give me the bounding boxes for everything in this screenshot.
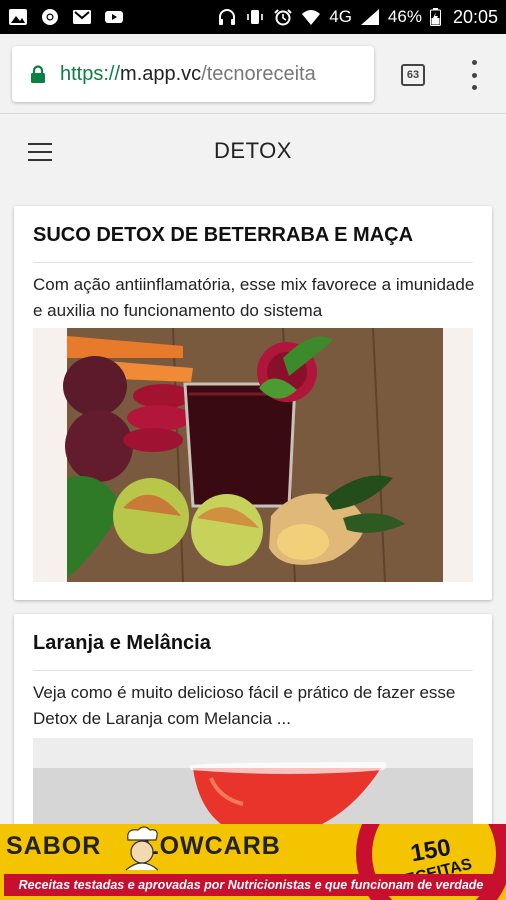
system-icons: 4G 46% 20:05 (217, 7, 498, 28)
alarm-icon (274, 9, 292, 26)
gallery-icon (9, 9, 27, 25)
headphones-icon (219, 9, 236, 25)
wifi-icon (302, 10, 321, 25)
battery-percent: 46% (387, 7, 422, 26)
page-title: DETOX (214, 138, 292, 163)
post-description: Com ação antiinflamatória, esse mix favo… (33, 275, 475, 320)
app-header: DETOX (0, 114, 506, 190)
address-bar[interactable]: https://m.app.vc/tecnoreceita (12, 46, 374, 102)
tab-switcher-button[interactable]: 63 (401, 64, 425, 86)
status-bar: 4G 46% 20:05 (0, 0, 506, 34)
lock-icon (31, 65, 45, 83)
youtube-icon (105, 11, 123, 23)
cell-signal-icon (360, 9, 379, 25)
browser-toolbar: https://m.app.vc/tecnoreceita 63 (0, 34, 506, 114)
url-host: m.app.vc (120, 62, 202, 85)
post-description: Veja como é muito delicioso fácil e prát… (33, 683, 456, 728)
chrome-icon (42, 9, 58, 25)
battery-icon (429, 8, 441, 26)
gmail-icon (73, 10, 91, 24)
network-type: 4G (329, 7, 352, 26)
url-scheme: https:// (60, 62, 121, 85)
chef-logo-icon (125, 826, 159, 871)
post-card[interactable]: Laranja e Melância Veja como é muito del… (14, 614, 492, 844)
post-title[interactable]: SUCO DETOX DE BETERRABA E MAÇA (33, 224, 413, 247)
url-path: /tecnoreceita (201, 62, 316, 85)
divider (33, 262, 473, 263)
divider (33, 670, 473, 671)
url-text: https://m.app.vc/tecnoreceita (60, 63, 316, 86)
post-image-beet-juice[interactable] (33, 328, 473, 582)
clock: 20:05 (452, 6, 498, 27)
notification-icons (8, 8, 124, 26)
ad-banner[interactable]: SABORLOWCARB 150 RECEITAS Receitas testa… (0, 824, 506, 900)
post-title[interactable]: Laranja e Melância (33, 632, 211, 655)
ad-tagline: Receitas testadas e aprovadas por Nutric… (4, 874, 498, 896)
post-card[interactable]: SUCO DETOX DE BETERRABA E MAÇA Com ação … (14, 206, 492, 600)
ad-brand-left: SABOR (6, 832, 102, 860)
vibrate-icon (247, 10, 264, 24)
more-options-icon[interactable] (466, 60, 482, 90)
